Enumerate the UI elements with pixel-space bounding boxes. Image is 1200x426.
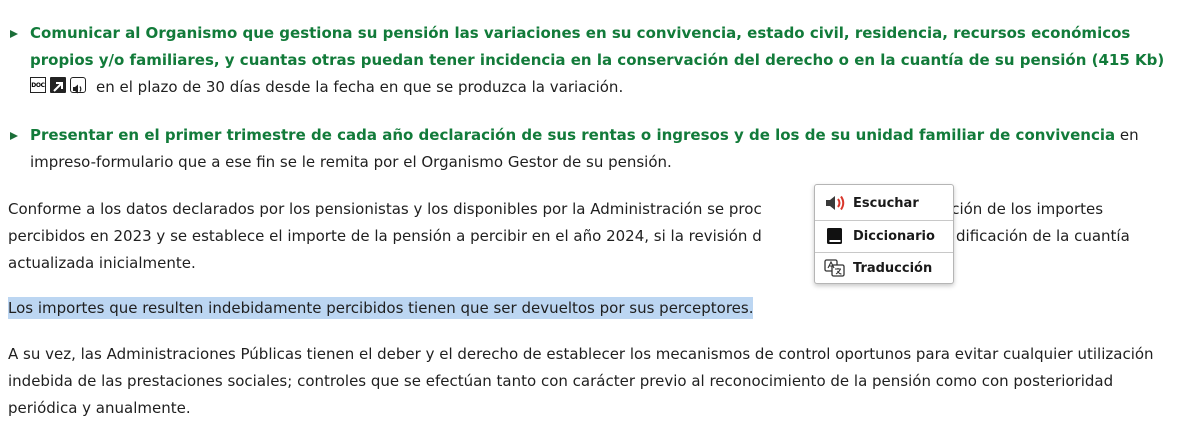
doc-file-icon[interactable]: DOC — [30, 77, 46, 93]
translate-icon — [823, 258, 847, 278]
paragraph-controls: A su vez, las Administraciones Públicas … — [8, 341, 1178, 422]
external-link-icon[interactable] — [50, 77, 66, 93]
menu-item-label: Diccionario — [853, 228, 935, 244]
bullet-marker-icon — [10, 30, 18, 38]
paragraph-line: percibidos en 2023 y se establece el imp… — [8, 223, 1178, 250]
bullet-marker-icon — [10, 132, 18, 140]
bullet-item-2: Presentar en el primer trimestre de cada… — [0, 122, 1200, 178]
menu-item-label: Traducción — [853, 260, 933, 276]
bullet-text-2: Presentar en el primer trimestre de cada… — [30, 122, 1190, 176]
paragraph-text: ación de los importes — [942, 200, 1104, 218]
selected-text[interactable]: Los importes que resulten indebidamente … — [8, 297, 754, 319]
paragraph-revision: Conforme a los datos declarados por los … — [8, 196, 1178, 277]
paragraph-text: Conforme a los datos declarados por los … — [8, 200, 762, 218]
doc-icon-text: DOC — [31, 82, 45, 89]
document-icons: DOC — [30, 77, 90, 104]
menu-item-escuchar[interactable]: Escuchar — [815, 187, 953, 219]
menu-item-label: Escuchar — [853, 195, 919, 211]
paragraph-text: A su vez, las Administraciones Públicas … — [8, 345, 1154, 417]
context-menu: Escuchar Diccionario Traducción — [814, 184, 954, 284]
paragraph-line: Conforme a los datos declarados por los … — [8, 196, 1178, 223]
paragraph-text: percibidos en 2023 y se establece el imp… — [8, 227, 762, 245]
bullet-text-1: Comunicar al Organismo que gestiona su p… — [30, 20, 1190, 104]
annual-declaration-link[interactable]: Presentar en el primer trimestre de cada… — [30, 126, 1115, 144]
deadline-text: en el plazo de 30 días desde la fecha en… — [96, 78, 624, 96]
paragraph-line: actualizada inicialmente. — [8, 250, 1178, 277]
bullet-item-1: Comunicar al Organismo que gestiona su p… — [0, 20, 1200, 102]
menu-item-diccionario[interactable]: Diccionario — [815, 220, 953, 252]
communicate-variations-link[interactable]: Comunicar al Organismo que gestiona su p… — [30, 24, 1164, 69]
paragraph-text: dificación de la cuantía — [956, 227, 1130, 245]
paragraph-refunds: Los importes que resulten indebidamente … — [8, 295, 1178, 322]
speaker-icon — [823, 193, 847, 213]
audio-icon[interactable] — [70, 77, 86, 94]
paragraph-text: actualizada inicialmente. — [8, 254, 196, 272]
menu-item-traduccion[interactable]: Traducción — [815, 252, 953, 284]
book-icon — [823, 226, 847, 246]
